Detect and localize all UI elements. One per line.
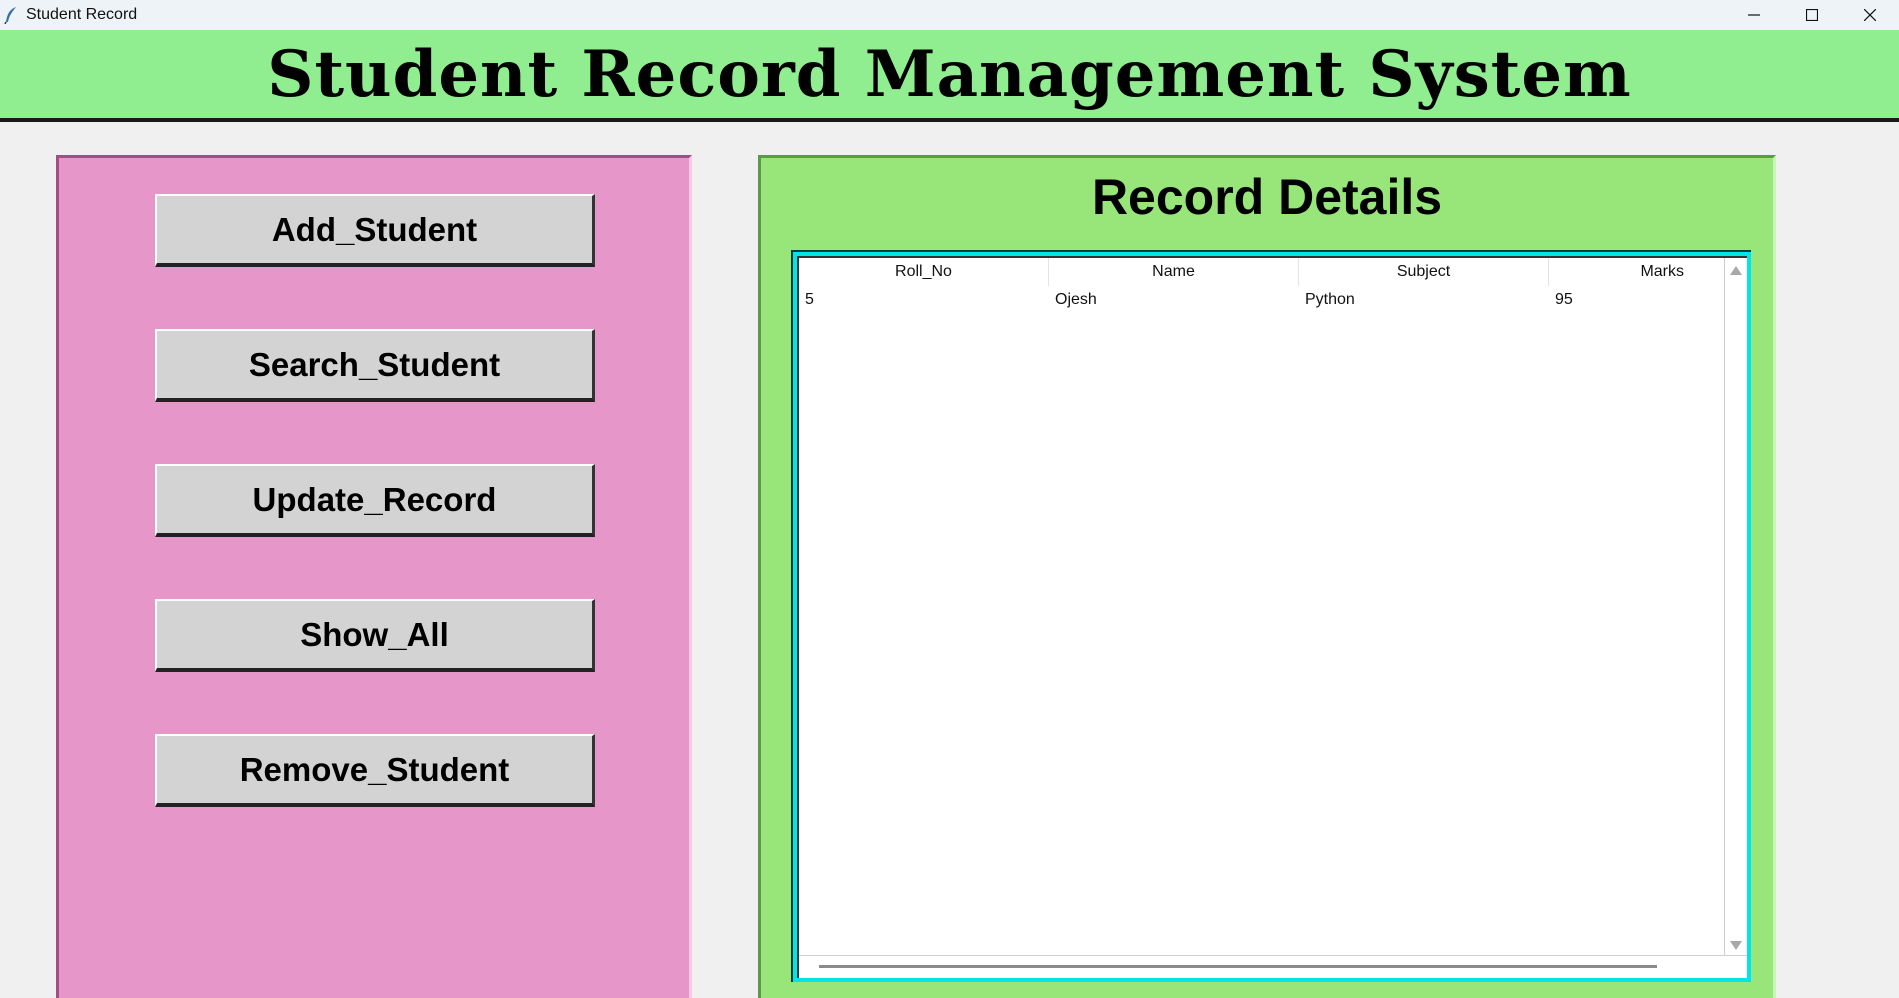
window-title: Student Record	[26, 6, 138, 23]
horizontal-scroll-thumb[interactable]	[819, 965, 1657, 968]
column-header-subject[interactable]: Subject	[1299, 258, 1549, 286]
window-controls	[1725, 0, 1899, 30]
table-row[interactable]: 5 Ojesh Python 95	[799, 288, 1725, 312]
close-icon[interactable]	[1841, 0, 1899, 30]
feather-icon	[4, 6, 18, 25]
add-student-button[interactable]: Add_Student	[155, 194, 595, 267]
table-header: Roll_No Name Subject Marks	[799, 258, 1725, 286]
remove-student-button[interactable]: Remove_Student	[155, 734, 595, 807]
vertical-scrollbar[interactable]	[1724, 258, 1747, 956]
column-header-name[interactable]: Name	[1049, 258, 1299, 286]
record-details-panel: Record Details Roll_No Name Subject Mark…	[758, 155, 1776, 998]
app-title: Student Record Management System	[267, 36, 1632, 112]
column-header-roll-no[interactable]: Roll_No	[799, 258, 1049, 286]
horizontal-scrollbar[interactable]	[799, 955, 1747, 978]
minimize-icon[interactable]	[1725, 0, 1783, 30]
cell-marks: 95	[1555, 291, 1573, 308]
action-panel: Add_Student Search_Student Update_Record…	[56, 155, 692, 998]
scroll-up-icon[interactable]	[1730, 266, 1742, 275]
records-table[interactable]: Roll_No Name Subject Marks 5 Ojesh Pytho…	[797, 256, 1747, 978]
search-student-button[interactable]: Search_Student	[155, 329, 595, 402]
window-titlebar: Student Record	[0, 0, 1899, 30]
scroll-down-icon[interactable]	[1730, 941, 1742, 950]
cell-name: Ojesh	[1055, 291, 1097, 308]
record-details-title: Record Details	[1091, 169, 1443, 225]
column-header-marks[interactable]: Marks	[1549, 258, 1725, 286]
app-header: Student Record Management System	[0, 30, 1899, 122]
show-all-button[interactable]: Show_All	[155, 599, 595, 672]
cell-roll-no: 5	[805, 291, 814, 308]
cell-subject: Python	[1305, 291, 1355, 308]
maximize-icon[interactable]	[1783, 0, 1841, 30]
records-table-frame: Roll_No Name Subject Marks 5 Ojesh Pytho…	[791, 250, 1751, 982]
update-record-button[interactable]: Update_Record	[155, 464, 595, 537]
